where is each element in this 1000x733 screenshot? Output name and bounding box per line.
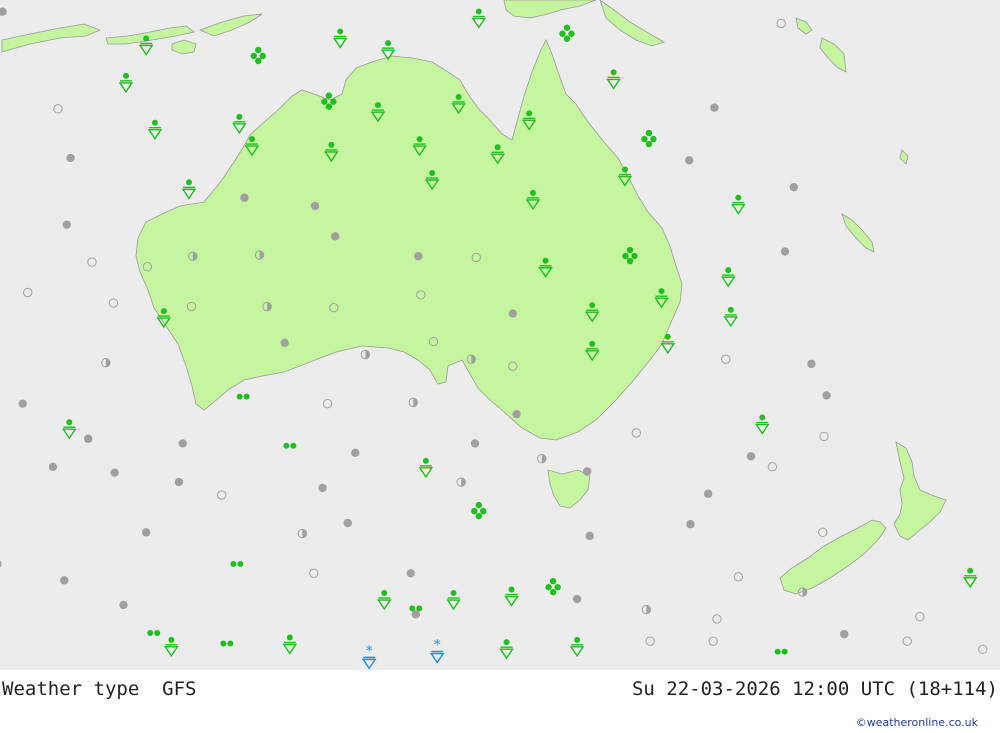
dry-symbol (318, 483, 327, 493)
dry-symbol (789, 183, 798, 192)
dry-symbol (710, 103, 719, 112)
dry-symbol (685, 156, 694, 165)
dry-symbol (406, 569, 415, 578)
dry-symbol (822, 391, 831, 400)
dry-symbol (60, 576, 69, 585)
dry-symbol (66, 153, 75, 163)
dry-symbol (703, 489, 713, 498)
credit-link[interactable]: ©weatheronline.co.uk (856, 716, 978, 729)
dry-symbol (62, 220, 71, 229)
dry-symbol (330, 232, 340, 241)
dry-symbol (807, 359, 816, 369)
dry-symbol (470, 439, 480, 448)
dry-symbol (414, 252, 423, 261)
dry-symbol (48, 462, 58, 472)
dry-symbol (84, 434, 93, 443)
dry-symbol (174, 477, 184, 487)
map-title: Weather type GFS (2, 678, 197, 700)
dry-symbol (240, 193, 249, 202)
dry-symbol (343, 518, 352, 528)
dry-symbol (280, 338, 289, 348)
dry-symbol (780, 247, 790, 256)
dry-symbol (585, 531, 594, 541)
dry-symbol (746, 452, 756, 461)
dry-symbol (141, 528, 151, 537)
dry-symbol (686, 519, 695, 529)
dry-symbol (178, 439, 187, 448)
forecast-datetime: Su 22-03-2026 12:00 UTC (18+114) (631, 678, 998, 700)
dry-symbol (351, 448, 360, 457)
dry-symbol (110, 468, 119, 477)
weather-map: * * (0, 0, 1000, 670)
dry-symbol (119, 600, 128, 610)
dry-symbol (582, 467, 592, 476)
dry-symbol (512, 409, 521, 419)
dry-symbol (508, 309, 518, 318)
dry-symbol (840, 629, 849, 639)
dry-symbol (572, 594, 582, 604)
dry-symbol (310, 201, 320, 211)
dry-symbol (18, 399, 27, 408)
dry-symbol (411, 610, 420, 619)
